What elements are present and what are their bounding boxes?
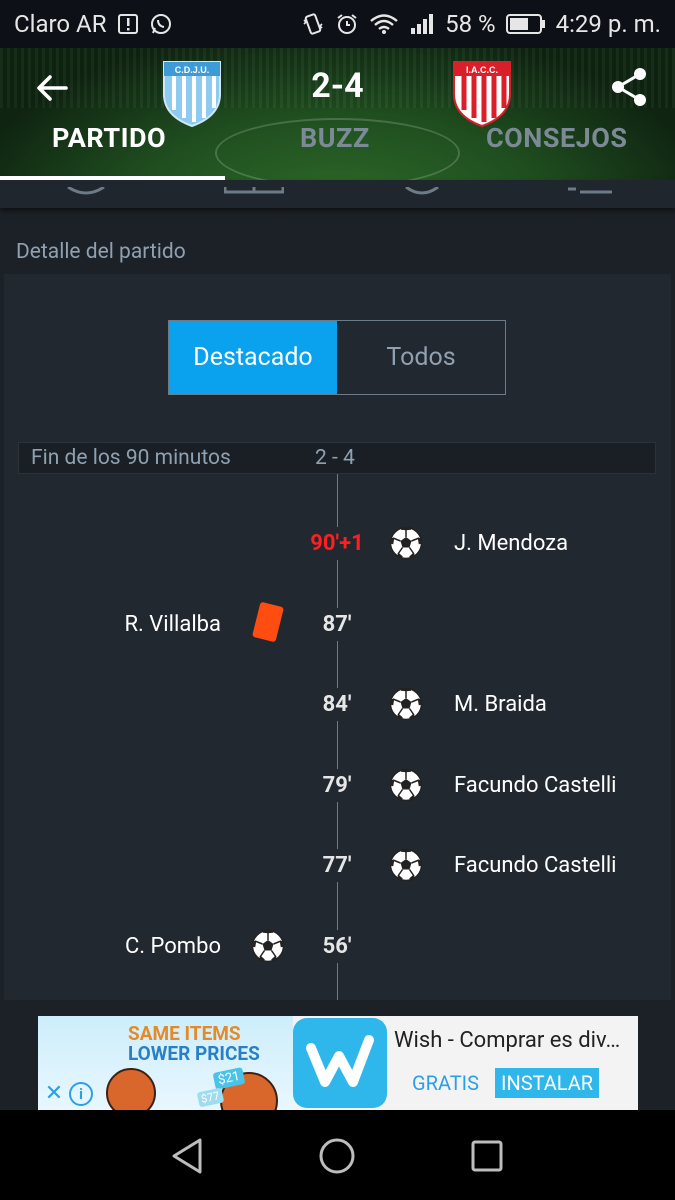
event-minute: 84' <box>292 688 382 721</box>
basketball-image <box>106 1068 156 1110</box>
event-minute: 77' <box>292 849 382 882</box>
sub-tab-strip <box>0 180 675 208</box>
match-score: 2-4 <box>311 66 364 106</box>
ad-banner[interactable]: SAME ITEMS LOWER PRICES $21 $77 ✕ i Wish… <box>38 1016 638 1110</box>
event-player: Facundo Castelli <box>454 773 617 798</box>
wish-logo-icon[interactable] <box>293 1018 387 1108</box>
nav-recents-icon[interactable] <box>463 1132 511 1180</box>
home-crest-text: C.D.J.U. <box>175 65 210 75</box>
home-team-crest[interactable]: C.D.J.U. <box>160 58 224 128</box>
match-header: C.D.J.U. 2-4 I.A.C.C. PARTIDO BUZZ CONSE… <box>0 48 675 180</box>
share-icon[interactable] <box>606 64 652 110</box>
section-title: Detalle del partido <box>16 240 186 264</box>
clock-time: 4:29 p. m. <box>555 10 661 38</box>
ad-close-icon[interactable]: ✕ <box>42 1082 66 1106</box>
goal-ball-icon <box>389 526 423 560</box>
ad-info-icon[interactable]: i <box>69 1082 93 1106</box>
event-player: J. Mendoza <box>454 531 569 556</box>
lineup-subtab-icon[interactable] <box>223 180 285 199</box>
goal-ball-icon <box>389 768 423 802</box>
tab-partido[interactable]: PARTIDO <box>52 122 166 154</box>
install-button[interactable]: INSTALAR <box>495 1068 600 1098</box>
ad-image[interactable]: SAME ITEMS LOWER PRICES $21 $77 ✕ i <box>38 1016 293 1110</box>
event-player: Facundo Castelli <box>454 853 617 878</box>
table-subtab-icon[interactable] <box>566 180 614 199</box>
highlights-filter-button[interactable]: Destacado <box>169 321 337 394</box>
tab-buzz[interactable]: BUZZ <box>300 122 370 154</box>
away-crest-text: I.A.C.C. <box>466 65 498 75</box>
battery-icon <box>505 13 546 35</box>
alert-notification-icon <box>117 13 139 35</box>
nav-back-icon[interactable] <box>164 1132 212 1180</box>
ad-price-label: GRATIS <box>412 1071 479 1095</box>
ad-title[interactable]: Wish - Comprar es div… <box>394 1028 620 1053</box>
signal-icon <box>409 12 435 36</box>
system-nav-bar <box>0 1110 675 1200</box>
alarm-icon <box>335 12 359 36</box>
goal-ball-icon <box>389 687 423 721</box>
period-header: Fin de los 90 minutos 2 - 4 <box>18 442 656 474</box>
period-score: 2 - 4 <box>315 446 355 470</box>
event-player: M. Braida <box>454 692 547 717</box>
vibrate-icon <box>301 12 325 36</box>
event-minute: 87' <box>292 608 382 641</box>
battery-percent: 58 % <box>445 10 496 38</box>
active-tab-indicator <box>0 176 225 180</box>
event-minute: 90'+1 <box>292 527 382 560</box>
tab-consejos[interactable]: CONSEJOS <box>486 122 627 154</box>
filter-segmented-control: Destacado Todos <box>168 320 506 395</box>
ball-subtab-icon[interactable] <box>66 180 106 199</box>
goal-ball-icon <box>389 848 423 882</box>
carrier-label: Claro AR <box>14 10 107 38</box>
wifi-icon <box>369 12 399 36</box>
event-minute: 79' <box>292 769 382 802</box>
status-bar: Claro AR 58 % 4:29 p. m. <box>0 0 675 48</box>
whatsapp-icon <box>149 12 173 36</box>
period-label: Fin de los 90 minutos <box>31 446 231 470</box>
all-filter-button[interactable]: Todos <box>337 321 505 394</box>
nav-home-icon[interactable] <box>313 1132 361 1180</box>
stats-subtab-icon[interactable] <box>404 180 440 199</box>
event-player: C. Pombo <box>124 934 221 959</box>
goal-ball-icon <box>251 929 285 963</box>
event-minute: 56' <box>292 930 382 963</box>
back-arrow-icon[interactable] <box>32 68 72 108</box>
ad-subheadline: LOWER PRICES <box>128 1042 260 1065</box>
event-player: R. Villalba <box>124 612 221 637</box>
away-team-crest[interactable]: I.A.C.C. <box>450 58 514 128</box>
